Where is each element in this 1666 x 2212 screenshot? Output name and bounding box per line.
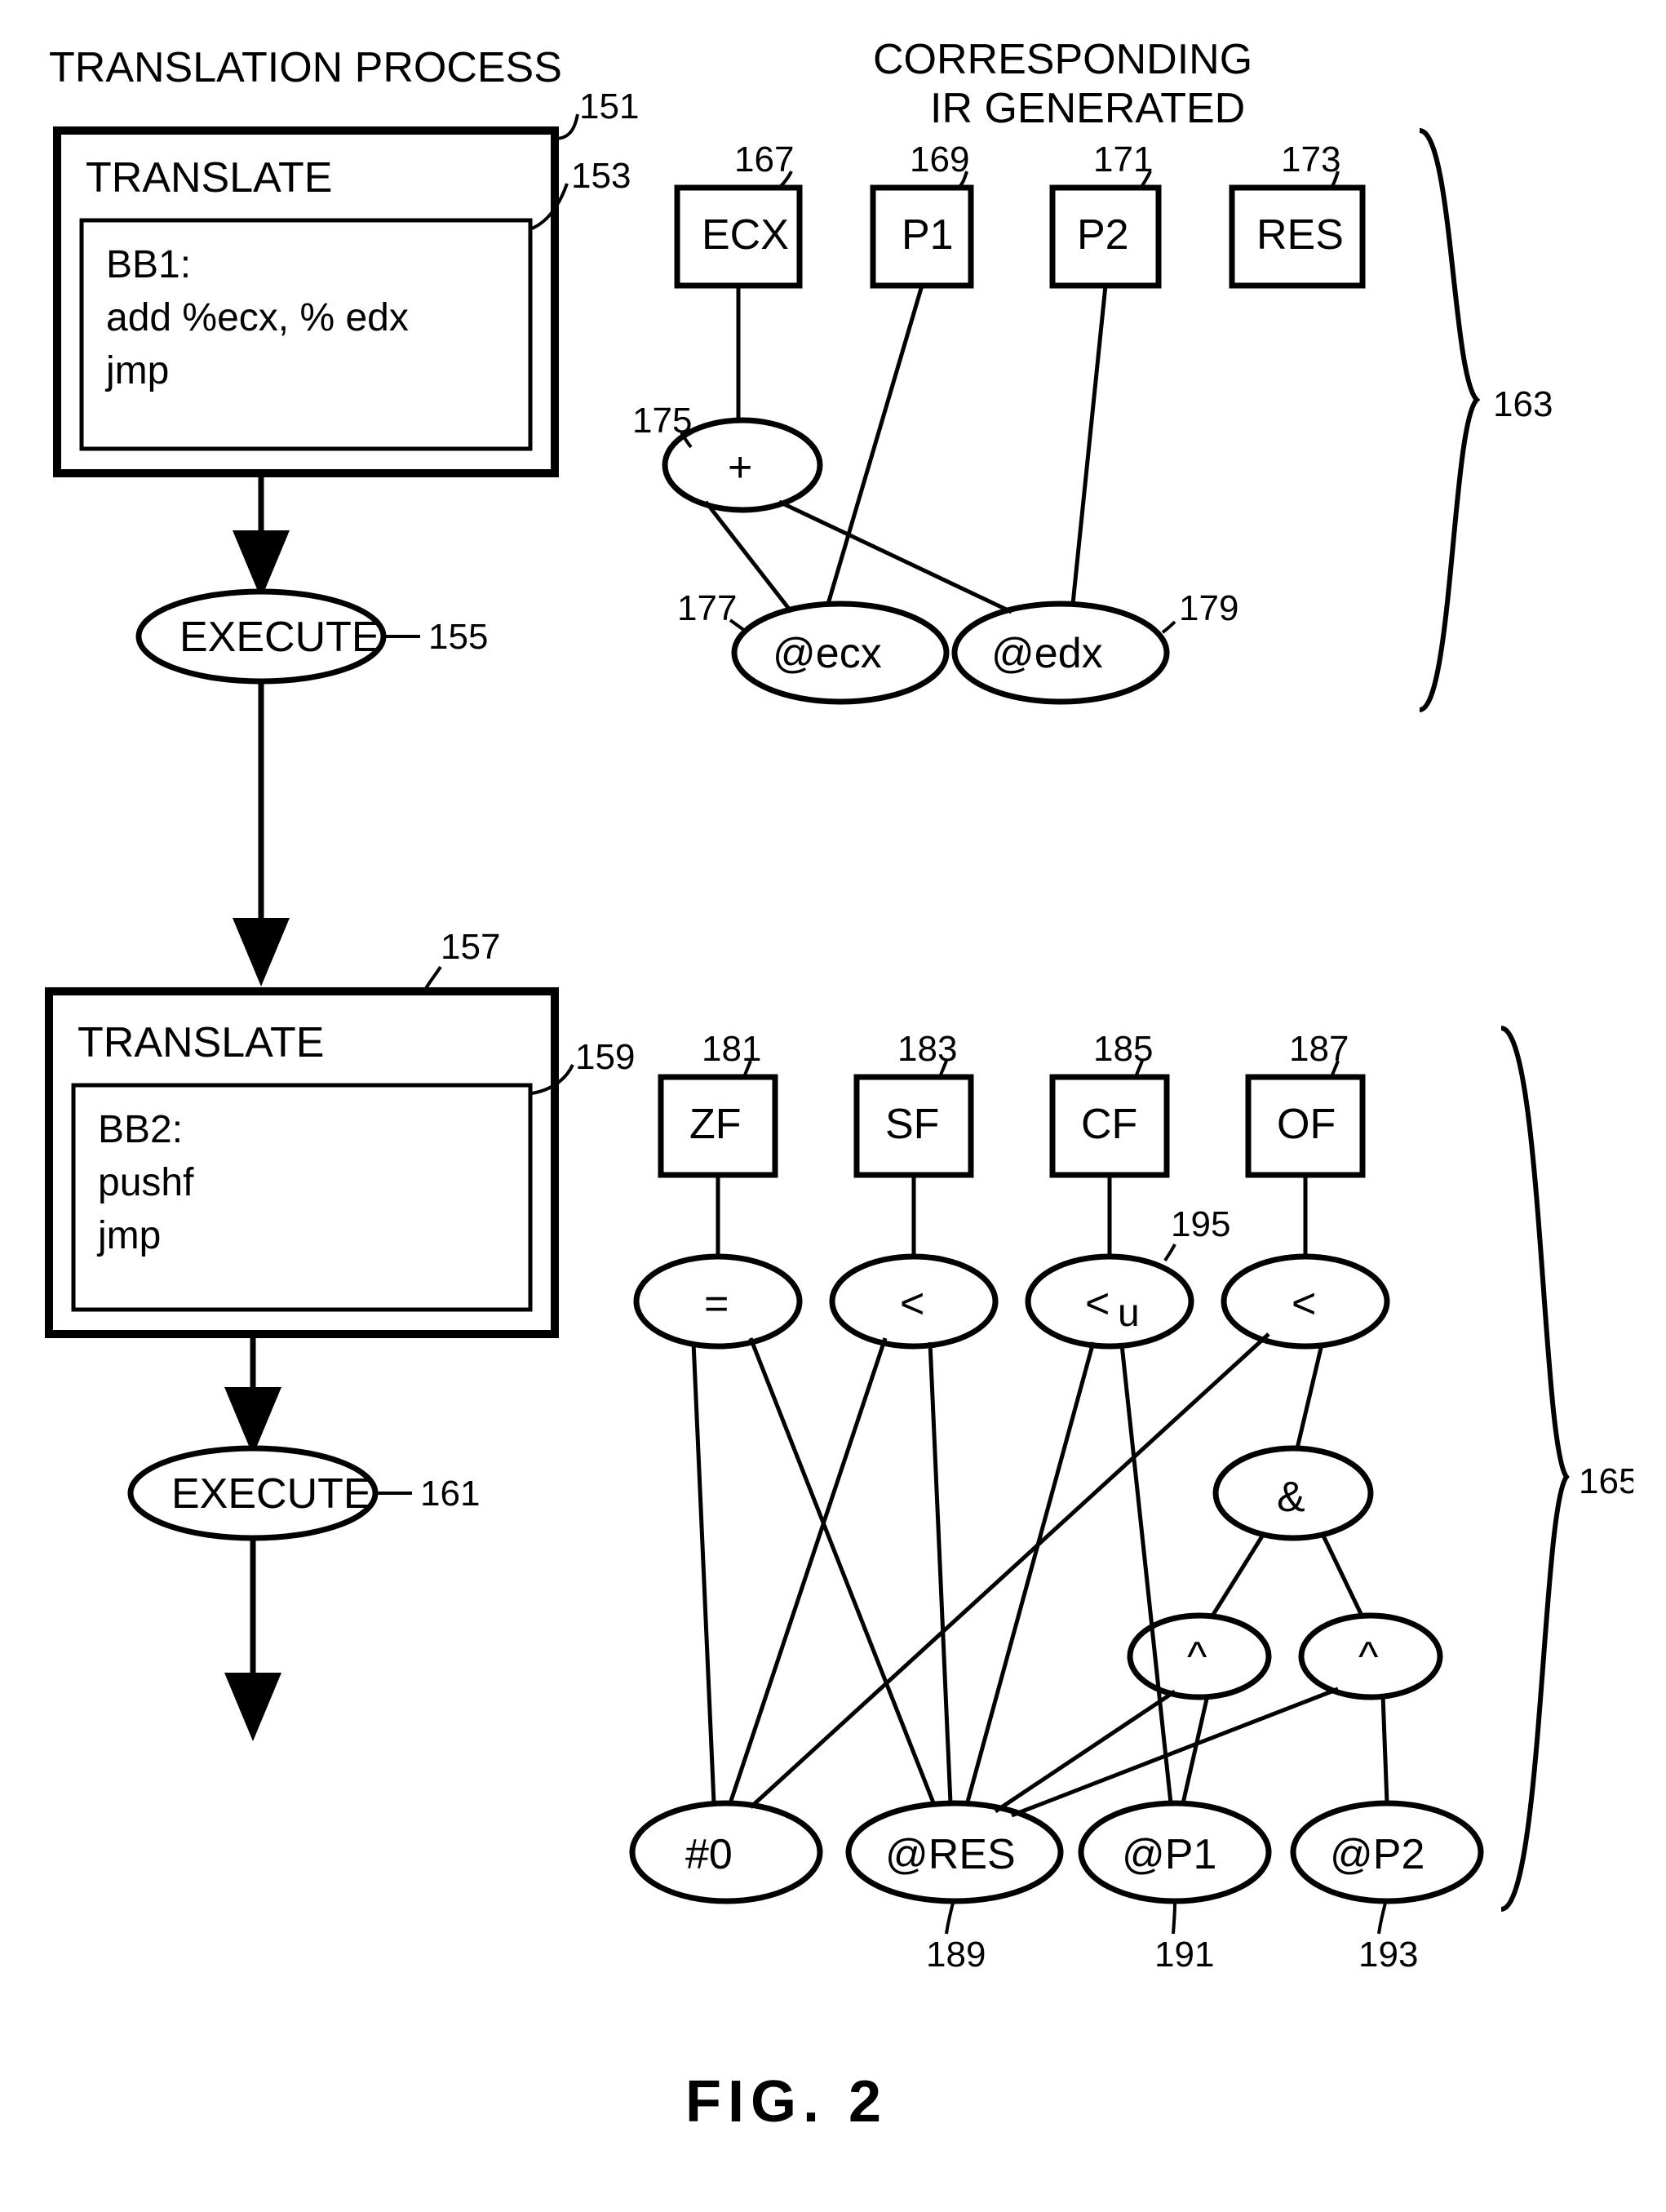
svg-text:@RES: @RES: [885, 1831, 1016, 1878]
ref-193: 193: [1358, 1935, 1418, 1975]
svg-text:&: &: [1277, 1474, 1305, 1521]
svg-text:^: ^: [1187, 1634, 1207, 1681]
svg-text:@P1: @P1: [1122, 1831, 1216, 1878]
execute-2-label: EXECUTE: [171, 1470, 372, 1518]
translate-1-line1: add %ecx, % edx: [106, 296, 409, 339]
ref-169: 169: [910, 140, 969, 180]
svg-text:#0: #0: [685, 1831, 733, 1878]
translate-2-bb: BB2:: [98, 1108, 183, 1151]
svg-text:OF: OF: [1277, 1101, 1336, 1148]
ref-187: 187: [1289, 1029, 1349, 1069]
svg-text:=: =: [704, 1280, 729, 1328]
ref-191: 191: [1154, 1935, 1214, 1975]
svg-text:<: <: [1292, 1280, 1316, 1328]
ref-195: 195: [1171, 1204, 1230, 1244]
ref-157: 157: [441, 927, 500, 967]
translate-2-line2: jmp: [96, 1214, 161, 1257]
heading-right-1: CORRESPONDING: [873, 36, 1252, 83]
ref-185: 185: [1093, 1029, 1153, 1069]
ref-189: 189: [926, 1935, 986, 1975]
ref-159: 159: [575, 1037, 635, 1077]
ref-163: 163: [1493, 384, 1553, 424]
svg-text:<: <: [1085, 1280, 1110, 1328]
ref-161: 161: [420, 1474, 480, 1514]
svg-text:^: ^: [1358, 1634, 1379, 1681]
execute-1-label: EXECUTE: [179, 614, 380, 661]
translate-2-title: TRANSLATE: [78, 1019, 324, 1066]
figure-caption: FIG. 2: [685, 2069, 888, 2134]
svg-text:@P2: @P2: [1330, 1831, 1425, 1878]
svg-text:ECX: ECX: [702, 211, 789, 259]
svg-text:<: <: [900, 1280, 924, 1328]
svg-text:@ecx: @ecx: [773, 630, 882, 677]
svg-text:ZF: ZF: [689, 1101, 742, 1148]
translate-1-title: TRANSLATE: [86, 154, 332, 202]
svg-text:@edx: @edx: [991, 630, 1103, 677]
ref-171: 171: [1093, 140, 1153, 180]
ref-153: 153: [571, 156, 631, 196]
ref-173: 173: [1281, 140, 1340, 180]
ref-181: 181: [702, 1029, 761, 1069]
heading-right-2: IR GENERATED: [930, 85, 1245, 132]
svg-text:RES: RES: [1256, 211, 1344, 259]
figure-2-diagram: TRANSLATION PROCESS CORRESPONDING IR GEN…: [33, 33, 1633, 2175]
translate-1-bb: BB1:: [106, 243, 191, 286]
svg-text:P2: P2: [1077, 211, 1129, 259]
translate-1-line2: jmp: [104, 349, 169, 392]
ref-165: 165: [1579, 1461, 1633, 1501]
svg-text:SF: SF: [885, 1101, 939, 1148]
ref-167: 167: [734, 140, 794, 180]
ref-179: 179: [1179, 588, 1238, 628]
svg-text:CF: CF: [1081, 1101, 1137, 1148]
svg-text:+: +: [728, 444, 752, 491]
ref-155: 155: [428, 617, 488, 657]
translate-2-line1: pushf: [98, 1161, 194, 1204]
svg-text:P1: P1: [902, 211, 954, 259]
svg-text:u: u: [1118, 1292, 1140, 1335]
ref-177: 177: [677, 588, 737, 628]
ref-183: 183: [897, 1029, 957, 1069]
ref-151: 151: [579, 86, 639, 126]
heading-left: TRANSLATION PROCESS: [49, 44, 562, 91]
